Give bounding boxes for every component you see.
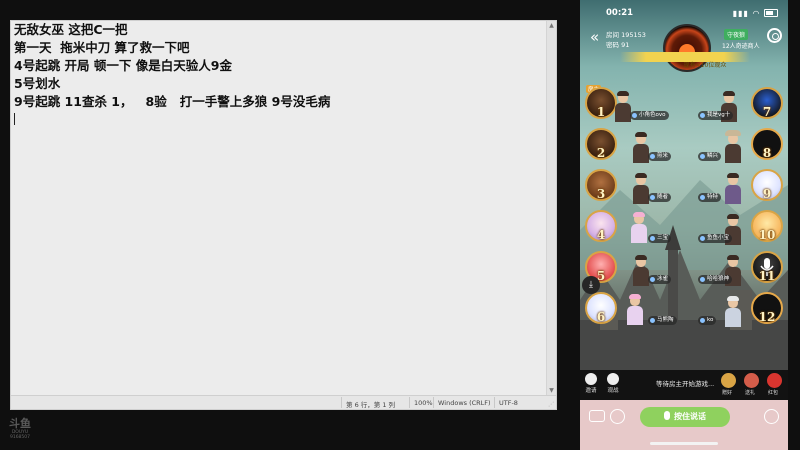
seat-number: 9 bbox=[762, 187, 772, 201]
encoding: UTF-8 bbox=[499, 399, 518, 407]
seat-number: 4 bbox=[596, 228, 606, 242]
scroll-up-icon[interactable]: ▲ bbox=[548, 22, 555, 29]
gift-flower-icon[interactable] bbox=[721, 373, 736, 388]
home-indicator[interactable] bbox=[650, 442, 718, 445]
red-packet-label: 红包 bbox=[768, 390, 779, 396]
status-divider bbox=[341, 397, 342, 408]
player-name: 煎米 bbox=[648, 152, 672, 161]
cursor-position: 第 6 行，第 1 列 bbox=[346, 401, 396, 409]
text-line: 9号起跳 11查杀 1， 8验 打一手警上多狼 9号没毛病 bbox=[14, 94, 331, 109]
player-character bbox=[724, 296, 742, 327]
status-bar: 第 6 行，第 1 列 100% Windows (CRLF) UTF-8 ⋰ bbox=[11, 395, 556, 409]
player-character bbox=[614, 91, 632, 122]
line-ending: Windows (CRLF) bbox=[438, 399, 491, 407]
room-info: 房间 195153 密码 91 bbox=[606, 30, 646, 50]
player-character bbox=[632, 132, 650, 163]
player-name: 三宝 bbox=[648, 234, 672, 243]
player-character bbox=[724, 173, 742, 204]
seat-number: 10 bbox=[758, 228, 776, 242]
seat-number: 8 bbox=[762, 146, 772, 160]
gift-icon[interactable] bbox=[764, 409, 779, 424]
seat-number: 2 bbox=[596, 146, 606, 160]
seat-number: 11 bbox=[758, 269, 776, 283]
signal-wifi-battery-icons: ▮▮▮ ◠ bbox=[733, 8, 778, 18]
text-editor[interactable]: 无敌女巫 这把C一把 第一天 拖米中刀 算了救一下吧 4号起跳 开局 顿一下 像… bbox=[11, 21, 546, 395]
gift-label: 赠好 bbox=[722, 390, 733, 396]
seat-number: 12 bbox=[758, 310, 776, 324]
vertical-scrollbar[interactable]: ▲ ▼ bbox=[546, 21, 556, 395]
status-divider bbox=[433, 397, 434, 408]
player-name: 特特 bbox=[698, 193, 722, 202]
present-icon[interactable] bbox=[744, 373, 759, 388]
player-count-tag: 12人奇迹商人 bbox=[722, 43, 760, 50]
text-line: 第一天 拖米中刀 算了救一下吧 bbox=[14, 40, 190, 55]
player-name: 哈哈狼神 bbox=[698, 275, 733, 284]
people-icon bbox=[607, 373, 619, 385]
microphone-icon bbox=[664, 411, 670, 420]
seat-number: 3 bbox=[596, 187, 606, 201]
player-name: 小角色ovo bbox=[630, 111, 669, 120]
scroll-down-icon[interactable]: ▼ bbox=[548, 387, 555, 394]
emoji-icon[interactable] bbox=[610, 409, 625, 424]
audience-notice: 现有<10位观众 bbox=[620, 52, 750, 69]
seat-number: 6 bbox=[596, 310, 606, 324]
invite-button[interactable]: 邀请 bbox=[585, 373, 597, 394]
player-character bbox=[632, 255, 650, 286]
back-chevron-icon[interactable]: « bbox=[590, 30, 599, 45]
action-bar: 邀请 观战 等待房主开始游戏... 赠好 送礼 红包 bbox=[580, 370, 788, 400]
player-name: 随者 bbox=[648, 193, 672, 202]
clock: 00:21 bbox=[606, 8, 634, 18]
player-character bbox=[632, 173, 650, 204]
zoom-level: 100% bbox=[414, 399, 433, 407]
player-name: 冰雀 bbox=[648, 275, 672, 284]
notepad-window: 无敌女巫 这把C一把 第一天 拖米中刀 算了救一下吧 4号起跳 开局 顿一下 像… bbox=[10, 20, 557, 410]
player-name: 马熊陶 bbox=[648, 316, 677, 325]
watermark-logo: 斗鱼 bbox=[9, 417, 31, 430]
red-packet-icon[interactable] bbox=[767, 373, 782, 388]
phone-screen: 00:21 ▮▮▮ ◠ « 房间 195153 密码 91 守夜狼 12人奇迹商… bbox=[580, 0, 788, 450]
chat-bubble-icon bbox=[585, 373, 597, 385]
watermark-room-number: 9168507 bbox=[9, 435, 31, 440]
text-caret bbox=[14, 113, 15, 125]
text-line: 4号起跳 开局 顿一下 像是白天验人9金 bbox=[14, 58, 232, 73]
player-name: 我是vg十 bbox=[698, 111, 734, 120]
player-name: 鱼鱼小宝 bbox=[698, 234, 733, 243]
present-label: 送礼 bbox=[745, 390, 756, 396]
player-name: 鳞兴 bbox=[698, 152, 722, 161]
status-divider bbox=[409, 397, 410, 408]
text-line: 无敌女巫 这把C一把 bbox=[14, 22, 128, 37]
text-line: 5号划水 bbox=[14, 76, 61, 91]
watch-button[interactable]: 观战 bbox=[607, 373, 619, 394]
battery-icon bbox=[764, 9, 778, 17]
room-id: 房间 195153 bbox=[606, 31, 646, 39]
player-character bbox=[630, 212, 648, 243]
waiting-status: 等待房主开始游戏... bbox=[656, 380, 715, 388]
keyboard-icon[interactable] bbox=[589, 410, 605, 422]
seat-number: 7 bbox=[762, 105, 772, 119]
player-character bbox=[724, 130, 742, 163]
room-password: 密码 91 bbox=[606, 41, 630, 49]
douyu-watermark: 斗鱼 DOUYU 9168507 bbox=[7, 418, 33, 442]
resize-grip-icon[interactable]: ⋰ bbox=[548, 401, 555, 408]
push-to-talk-button[interactable]: 按住说话 bbox=[640, 407, 730, 427]
status-divider bbox=[494, 397, 495, 408]
player-name: ko bbox=[698, 316, 717, 325]
seat-number: 1 bbox=[596, 105, 606, 119]
phone-status-bar: 00:21 ▮▮▮ ◠ bbox=[580, 0, 788, 22]
gear-icon[interactable] bbox=[767, 28, 782, 43]
player-character bbox=[626, 294, 644, 325]
game-mode-tag: 守夜狼 bbox=[724, 29, 749, 40]
download-icon[interactable]: ⤓ bbox=[582, 276, 600, 294]
